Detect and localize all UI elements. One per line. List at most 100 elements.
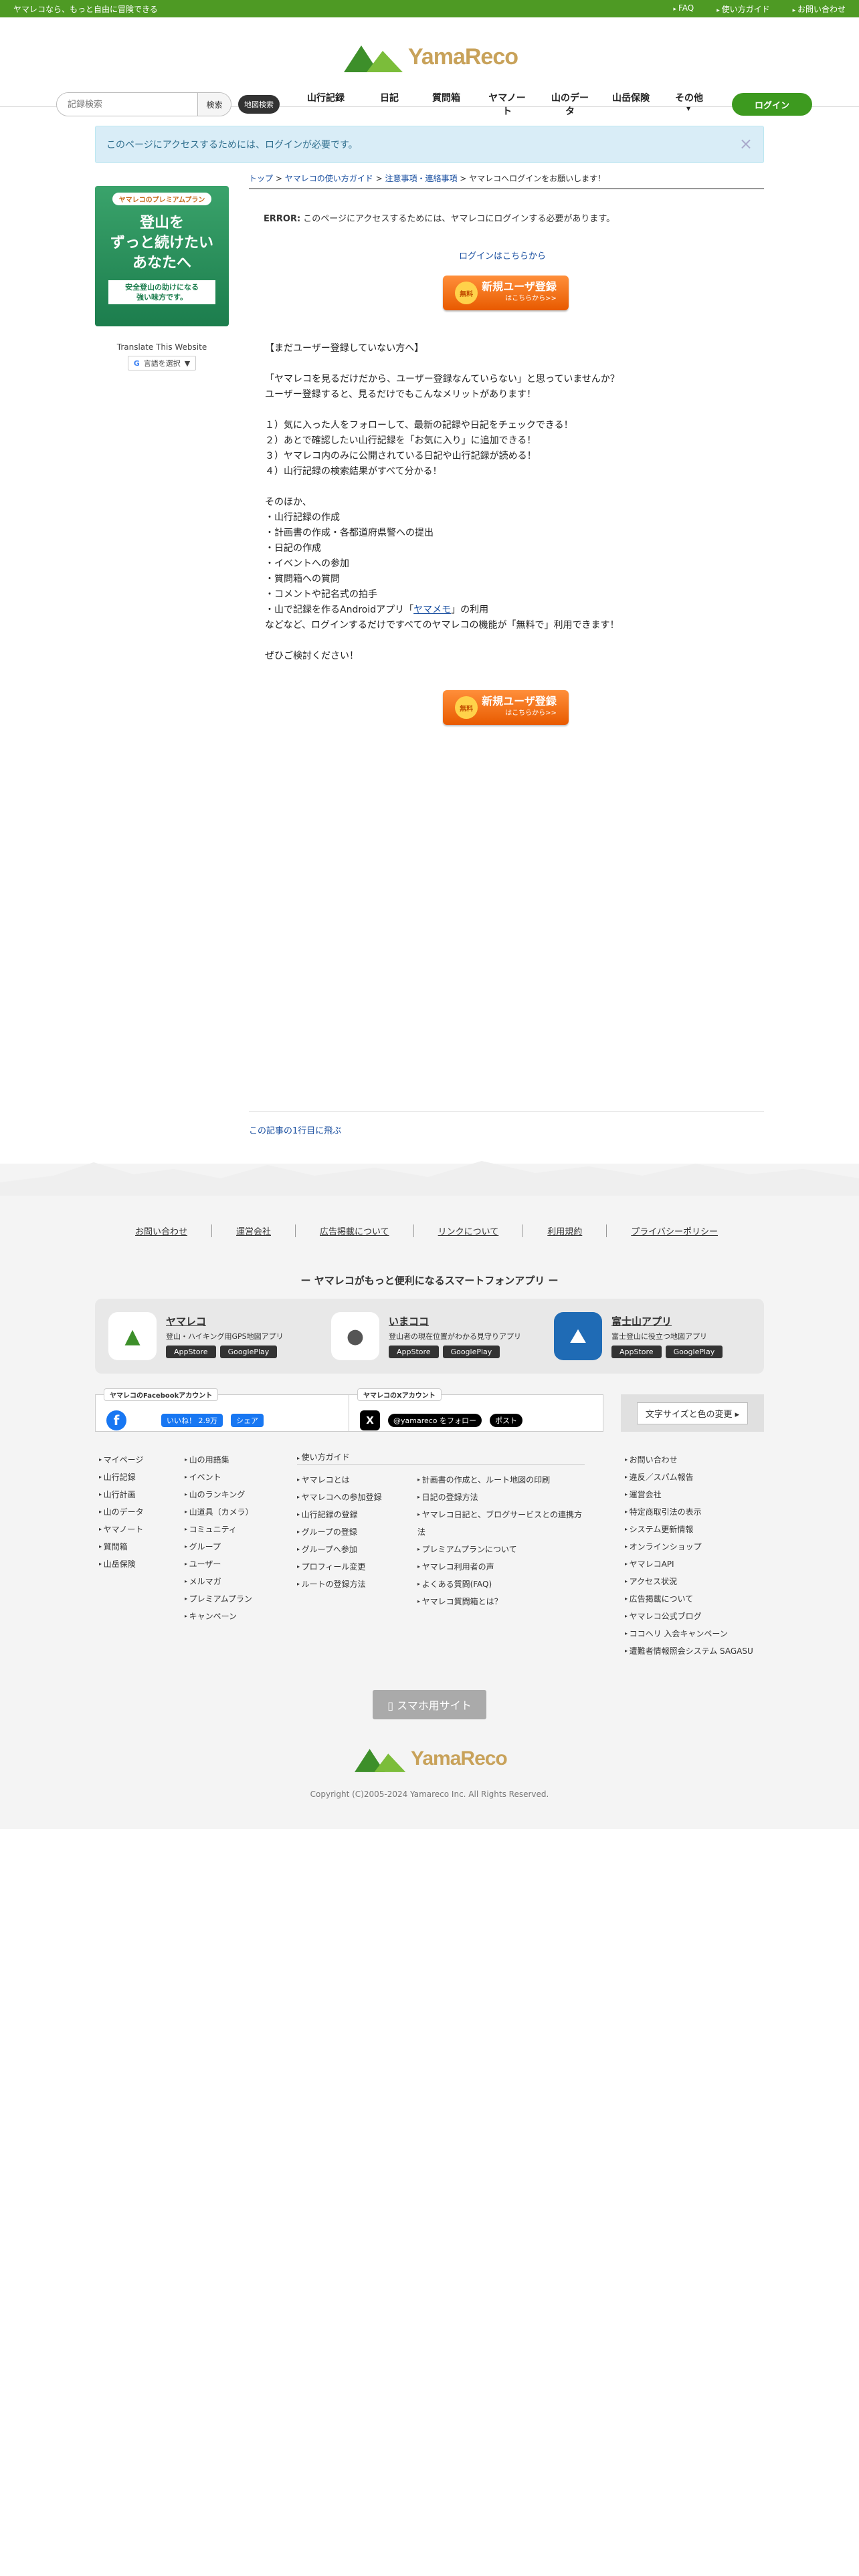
app-name[interactable]: 富士山アプリ xyxy=(611,1314,723,1328)
map-search-button[interactable]: 地図検索 xyxy=(238,95,280,114)
footer-link[interactable]: グループの登録 xyxy=(297,1523,412,1541)
footer-link[interactable]: 山のデータ xyxy=(99,1503,144,1521)
breadcrumb-guide[interactable]: ヤマレコの使い方ガイド xyxy=(285,174,373,183)
top-links: FAQ 使い方ガイド お問い合わせ xyxy=(674,3,846,15)
translate-label: Translate This Website xyxy=(116,342,207,352)
footer-link[interactable]: キャンペーン xyxy=(185,1608,254,1625)
guide-link[interactable]: 使い方ガイド xyxy=(717,3,770,15)
footer-link[interactable]: オンラインショップ xyxy=(625,1538,768,1555)
nav-records[interactable]: 山行記録 xyxy=(289,91,363,118)
footer-link[interactable]: 広告掲載について xyxy=(625,1590,768,1608)
footer-contact-link[interactable]: お問い合わせ xyxy=(135,1224,213,1237)
app-name[interactable]: いまココ xyxy=(389,1314,521,1328)
footer-link[interactable]: 特定商取引法の表示 xyxy=(625,1503,768,1521)
register-button-bottom[interactable]: 無料 新規ユーザ登録 はこちらから>> xyxy=(443,690,569,725)
footer-link[interactable]: 質問箱 xyxy=(99,1538,144,1555)
premium-plan-banner[interactable]: ヤマレコのプレミアムプラン 登山を ずっと続けたい あなたへ 安全登山の助けにな… xyxy=(95,186,229,326)
login-link[interactable]: ログインはこちらから xyxy=(459,249,546,261)
nav-questions[interactable]: 質問箱 xyxy=(416,91,476,118)
nav-diary[interactable]: 日記 xyxy=(363,91,416,118)
footer-link[interactable]: プレミアムプラン xyxy=(185,1590,254,1608)
footer-link[interactable]: ヤマレコ公式ブログ xyxy=(625,1608,768,1625)
appstore-button[interactable]: AppStore xyxy=(389,1346,439,1358)
footer-link[interactable]: 遭難者情報照会システム SAGASU xyxy=(625,1642,768,1660)
close-icon[interactable]: × xyxy=(739,134,753,153)
footer-link[interactable]: ヤマレコAPI xyxy=(625,1555,768,1573)
smartphone-site-button[interactable]: ▯ スマホ用サイト xyxy=(373,1690,486,1719)
facebook-share-button[interactable]: シェア xyxy=(231,1414,264,1427)
contact-link[interactable]: お問い合わせ xyxy=(793,3,846,15)
footer-ads-link[interactable]: 広告掲載について xyxy=(296,1224,414,1237)
footer-link[interactable]: 山岳保険 xyxy=(99,1555,144,1573)
imakoko-app-icon[interactable]: ● xyxy=(331,1312,379,1360)
facebook-icon[interactable]: f xyxy=(106,1410,126,1430)
font-size-color-button[interactable]: 文字サイズと色の変更 ▸ xyxy=(636,1402,749,1424)
search-button[interactable]: 検索 xyxy=(197,93,231,116)
footer-link[interactable]: グループへ参加 xyxy=(297,1541,412,1558)
app-name[interactable]: ヤマレコ xyxy=(166,1314,284,1328)
googleplay-button[interactable]: GooglePlay xyxy=(665,1346,723,1358)
footer-link[interactable]: お問い合わせ xyxy=(625,1451,768,1469)
register-button[interactable]: 無料 新規ユーザ登録 はこちらから>> xyxy=(443,276,569,310)
footer-link[interactable]: イベント xyxy=(185,1469,254,1486)
jump-to-top-link[interactable]: この記事の1行目に飛ぶ xyxy=(249,1123,341,1136)
nav-mountain-data[interactable]: 山のデータ xyxy=(538,91,602,118)
footer-link[interactable]: メルマガ xyxy=(185,1573,254,1590)
language-select[interactable]: G 言語を選択 ▼ xyxy=(127,356,197,370)
footer-col-guide-1: ヤマレコとは ヤマレコへの参加登録 山行記録の登録 グループの登録 グループへ参… xyxy=(297,1471,412,1593)
footer-logo[interactable]: YamaReco xyxy=(355,1745,508,1772)
nav-yamanote[interactable]: ヤマノート xyxy=(476,91,538,118)
footer-link[interactable]: グループ xyxy=(185,1538,254,1555)
footer-guide-heading[interactable]: 使い方ガイド xyxy=(297,1451,585,1465)
footer-link[interactable]: アクセス状況 xyxy=(625,1573,768,1590)
nav-other[interactable]: その他 xyxy=(660,91,719,118)
nav-insurance[interactable]: 山岳保険 xyxy=(602,91,660,118)
yamareco-app-icon[interactable]: ▲ xyxy=(108,1312,157,1360)
login-button[interactable]: ログイン xyxy=(732,93,812,116)
footer-link[interactable]: マイページ xyxy=(99,1451,144,1469)
footer-link[interactable]: ヤマレコとは xyxy=(297,1471,412,1489)
footer-company-link[interactable]: 運営会社 xyxy=(212,1224,296,1237)
footer-link[interactable]: 山の用語集 xyxy=(185,1451,254,1469)
footer-link[interactable]: ヤマレコ日記と、ブログサービスとの連携方法 xyxy=(417,1506,589,1541)
footer-link[interactable]: よくある質問(FAQ) xyxy=(417,1576,589,1593)
yamamemo-link[interactable]: ヤマメモ xyxy=(413,605,451,615)
footer-link[interactable]: 運営会社 xyxy=(625,1486,768,1503)
faq-link[interactable]: FAQ xyxy=(674,3,694,15)
footer-link[interactable]: ココヘリ 入会キャンペーン xyxy=(625,1625,768,1642)
appstore-button[interactable]: AppStore xyxy=(611,1346,662,1358)
x-post-button[interactable]: ポスト xyxy=(490,1414,523,1427)
googleplay-button[interactable]: GooglePlay xyxy=(442,1346,500,1358)
footer-privacy-link[interactable]: プライバシーポリシー xyxy=(607,1224,742,1237)
footer-link[interactable]: ヤマレコへの参加登録 xyxy=(297,1489,412,1506)
footer-link[interactable]: プロフィール変更 xyxy=(297,1558,412,1576)
footer-link[interactable]: 山道具（カメラ） xyxy=(185,1503,254,1521)
site-logo[interactable]: YamaReco xyxy=(344,41,518,72)
footer-link[interactable]: 山行記録 xyxy=(99,1469,144,1486)
x-icon[interactable]: X xyxy=(360,1410,380,1430)
footer-link[interactable]: プレミアムプランについて xyxy=(417,1541,589,1558)
footer-link[interactable]: 山行記録の登録 xyxy=(297,1506,412,1523)
appstore-button[interactable]: AppStore xyxy=(166,1346,216,1358)
footer-link[interactable]: ルートの登録方法 xyxy=(297,1576,412,1593)
facebook-like-button[interactable]: いいね！ 2.9万 xyxy=(161,1414,223,1427)
footer-link[interactable]: 日記の登録方法 xyxy=(417,1489,589,1506)
footer-link[interactable]: ヤマノート xyxy=(99,1521,144,1538)
search-input[interactable] xyxy=(57,93,197,116)
breadcrumb-top[interactable]: トップ xyxy=(249,174,273,183)
footer-link[interactable]: コミュニティ xyxy=(185,1521,254,1538)
googleplay-button[interactable]: GooglePlay xyxy=(219,1346,278,1358)
x-follow-button[interactable]: @yamareco をフォロー xyxy=(388,1414,482,1427)
footer-link[interactable]: ユーザー xyxy=(185,1555,254,1573)
footer-link[interactable]: 山行計画 xyxy=(99,1486,144,1503)
footer-link[interactable]: 計画書の作成と、ルート地図の印刷 xyxy=(417,1471,589,1489)
breadcrumb-notice[interactable]: 注意事項・連絡事項 xyxy=(385,174,457,183)
footer-linking-link[interactable]: リンクについて xyxy=(414,1224,524,1237)
footer-link[interactable]: 違反／スパム報告 xyxy=(625,1469,768,1486)
footer-link[interactable]: システム更新情報 xyxy=(625,1521,768,1538)
footer-link[interactable]: ヤマレコ質問箱とは？ xyxy=(417,1593,589,1610)
footer-link[interactable]: ヤマレコ利用者の声 xyxy=(417,1558,589,1576)
fujisan-app-icon[interactable]: ⛰ xyxy=(554,1312,602,1360)
footer-terms-link[interactable]: 利用規約 xyxy=(523,1224,607,1237)
footer-link[interactable]: 山のランキング xyxy=(185,1486,254,1503)
